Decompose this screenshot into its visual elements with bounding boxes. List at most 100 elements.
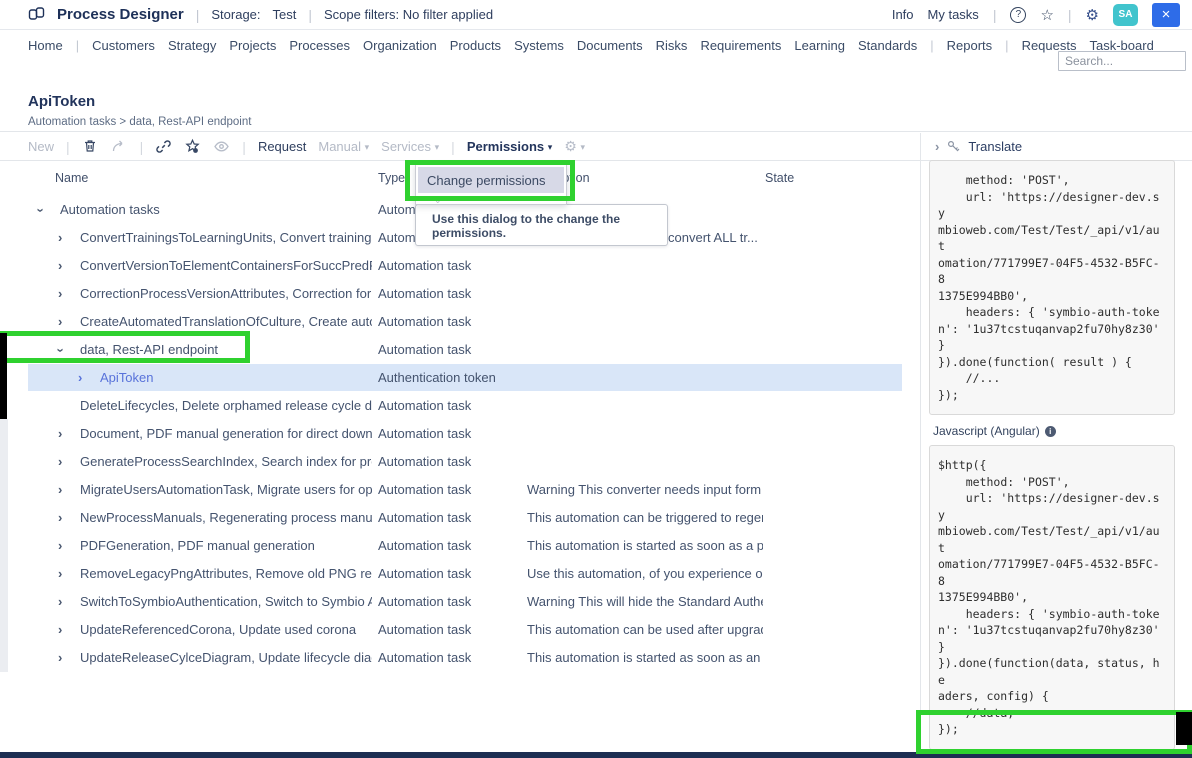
table-row[interactable]: › UpdateReferencedCorona, Update used cor… bbox=[0, 616, 920, 644]
toolbar-gear-dropdown[interactable]: ⚙ ▾ bbox=[564, 139, 585, 155]
chevron-right-icon[interactable]: › bbox=[58, 230, 62, 245]
table-row[interactable]: ›PDFGeneration, PDF manual generationAut… bbox=[0, 532, 920, 560]
nav-item-learning[interactable]: Learning bbox=[794, 38, 845, 53]
forward-arrow-icon[interactable] bbox=[111, 138, 128, 155]
row-description: Warning This will hide the Standard Auth… bbox=[527, 594, 763, 609]
chevron-right-icon[interactable]: › bbox=[58, 454, 62, 469]
chevron-right-icon[interactable]: › bbox=[78, 370, 82, 385]
code-snippet-jquery: method: 'POST', url: 'https://designer-d… bbox=[929, 160, 1175, 415]
nav-item-projects[interactable]: Projects bbox=[229, 38, 276, 53]
row-description: Warning This converter needs input form … bbox=[527, 482, 763, 497]
row-type: Automation task bbox=[378, 426, 524, 441]
my-tasks-link[interactable]: My tasks bbox=[928, 7, 979, 22]
favorite-badge-icon[interactable] bbox=[184, 138, 201, 155]
table-row[interactable]: › RemoveLegacyPngAttributes, Remove old P… bbox=[0, 560, 920, 588]
chevron-down-icon[interactable]: › bbox=[33, 208, 48, 212]
chevron-down-icon: ▾ bbox=[435, 143, 440, 153]
settings-gear-icon[interactable]: ⚙ bbox=[1086, 6, 1099, 24]
scrollbar-track[interactable] bbox=[0, 419, 8, 672]
nav-item-customers[interactable]: Customers bbox=[92, 38, 155, 53]
info-link[interactable]: Info bbox=[892, 7, 914, 22]
divider bbox=[0, 131, 1192, 132]
divider: | bbox=[242, 139, 246, 155]
chevron-down-icon: ▾ bbox=[365, 143, 370, 153]
search-input[interactable] bbox=[1058, 51, 1186, 71]
info-icon[interactable]: i bbox=[1045, 426, 1056, 437]
row-name: UpdateReferencedCorona, Update used coro… bbox=[80, 622, 372, 637]
table-row[interactable]: DeleteLifecycles, Delete orphamed releas… bbox=[0, 392, 920, 420]
avatar[interactable]: SA bbox=[1113, 4, 1138, 26]
chevron-down-icon: ▾ bbox=[548, 143, 553, 153]
translate-panel: › Translate method: 'POST', url: 'https:… bbox=[921, 133, 1192, 752]
table-row[interactable]: ›MigrateUsersAutomationTask, Migrate use… bbox=[0, 476, 920, 504]
chevron-right-icon[interactable]: › bbox=[58, 286, 62, 301]
chevron-right-icon[interactable]: › bbox=[58, 314, 62, 329]
nav-item-requirements[interactable]: Requirements bbox=[700, 38, 781, 53]
nav-item-strategy[interactable]: Strategy bbox=[168, 38, 216, 53]
row-type: Automation task bbox=[378, 538, 524, 553]
scope-filters[interactable]: Scope filters: No filter applied bbox=[324, 7, 493, 22]
new-button[interactable]: New bbox=[28, 139, 54, 154]
nav-item-systems[interactable]: Systems bbox=[514, 38, 564, 53]
code-label-angular: Javascript (Angular)i bbox=[933, 424, 1178, 438]
table-row[interactable]: › CorrectionProcessVersionAttributes, Cor… bbox=[0, 280, 920, 308]
chevron-right-icon[interactable]: › bbox=[58, 622, 62, 637]
nav-item-standards[interactable]: Standards bbox=[858, 38, 917, 53]
breadcrumb-current[interactable]: data, Rest-API endpoint bbox=[129, 116, 251, 128]
table-row[interactable]: ›ApiTokenAuthentication token bbox=[0, 364, 920, 392]
row-name: ConvertVersionToElementContainersForSucc… bbox=[80, 258, 372, 273]
chevron-down-icon[interactable]: › bbox=[53, 348, 68, 352]
tooltip: Use this dialog to the change the permis… bbox=[415, 204, 668, 246]
storage-value[interactable]: Test bbox=[273, 7, 297, 22]
eye-icon[interactable] bbox=[213, 138, 230, 155]
row-description: Use this automation, of you experience o… bbox=[527, 566, 763, 581]
nav-item-organization[interactable]: Organization bbox=[363, 38, 437, 53]
chevron-right-icon[interactable]: › bbox=[58, 482, 62, 497]
table-row[interactable]: ›Document, PDF manual generation for dir… bbox=[0, 420, 920, 448]
chevron-right-icon[interactable]: › bbox=[58, 650, 62, 665]
delete-trash-icon[interactable] bbox=[82, 138, 99, 155]
nav-item-reports[interactable]: Reports bbox=[947, 38, 993, 53]
row-type: Automation task bbox=[378, 482, 524, 497]
col-header-type[interactable]: Type bbox=[378, 171, 405, 185]
table-row[interactable]: ›UpdateReleaseCylceDiagram, Update lifec… bbox=[0, 644, 920, 672]
permissions-dropdown[interactable]: Permissions ▾ bbox=[467, 139, 552, 154]
favorite-star-icon[interactable]: ☆ bbox=[1040, 6, 1053, 24]
services-dropdown[interactable]: Services ▾ bbox=[381, 139, 439, 154]
breadcrumb-parent[interactable]: Automation tasks bbox=[28, 116, 116, 128]
table-row[interactable]: ›NewProcessManuals, Regenerating process… bbox=[0, 504, 920, 532]
nav-item-products[interactable]: Products bbox=[450, 38, 501, 53]
row-name: CorrectionProcessVersionAttributes, Corr… bbox=[80, 286, 372, 301]
nav-item-processes[interactable]: Processes bbox=[289, 38, 350, 53]
manual-dropdown[interactable]: Manual ▾ bbox=[318, 139, 369, 154]
chevron-right-icon[interactable]: › bbox=[58, 566, 62, 581]
divider: | bbox=[930, 38, 933, 53]
nav-item-home[interactable]: Home bbox=[28, 38, 63, 53]
help-icon[interactable]: ? bbox=[1010, 7, 1026, 23]
col-header-name[interactable]: Name bbox=[55, 171, 88, 185]
chevron-right-icon[interactable]: › bbox=[58, 426, 62, 441]
link-icon[interactable] bbox=[155, 138, 172, 155]
panel-collapse-chevron-icon[interactable]: › bbox=[935, 139, 939, 154]
table-row[interactable]: ›SwitchToSymbioAuthentication, Switch to… bbox=[0, 588, 920, 616]
row-type: Automation task bbox=[378, 510, 524, 525]
chevron-right-icon[interactable]: › bbox=[58, 510, 62, 525]
main-nav: Home | Customers Strategy Projects Processes O… bbox=[0, 30, 1192, 78]
col-header-state[interactable]: State bbox=[765, 171, 794, 185]
table-row[interactable]: ›CreateAutomatedTranslationOfCulture, Cr… bbox=[0, 308, 920, 336]
permissions-dropdown-menu: Change permissions ⌄ bbox=[415, 164, 567, 205]
row-description: This automation is started as soon as an… bbox=[527, 650, 763, 665]
chevron-right-icon[interactable]: › bbox=[58, 258, 62, 273]
menu-item-change-permissions[interactable]: Change permissions bbox=[418, 167, 564, 193]
request-button[interactable]: Request bbox=[258, 139, 306, 154]
table-row[interactable]: ›data, Rest-API endpointAutomation task bbox=[0, 336, 920, 364]
row-name: RemoveLegacyPngAttributes, Remove old PN… bbox=[80, 566, 372, 581]
nav-item-risks[interactable]: Risks bbox=[656, 38, 688, 53]
close-button[interactable]: × bbox=[1152, 3, 1180, 27]
nav-item-documents[interactable]: Documents bbox=[577, 38, 643, 53]
chevron-right-icon[interactable]: › bbox=[58, 594, 62, 609]
table-row[interactable]: › ConvertVersionToElementContainersForSuc… bbox=[0, 252, 920, 280]
window-bottom-edge bbox=[0, 752, 1192, 758]
chevron-right-icon[interactable]: › bbox=[58, 538, 62, 553]
table-row[interactable]: ›GenerateProcessSearchIndex, Search inde… bbox=[0, 448, 920, 476]
